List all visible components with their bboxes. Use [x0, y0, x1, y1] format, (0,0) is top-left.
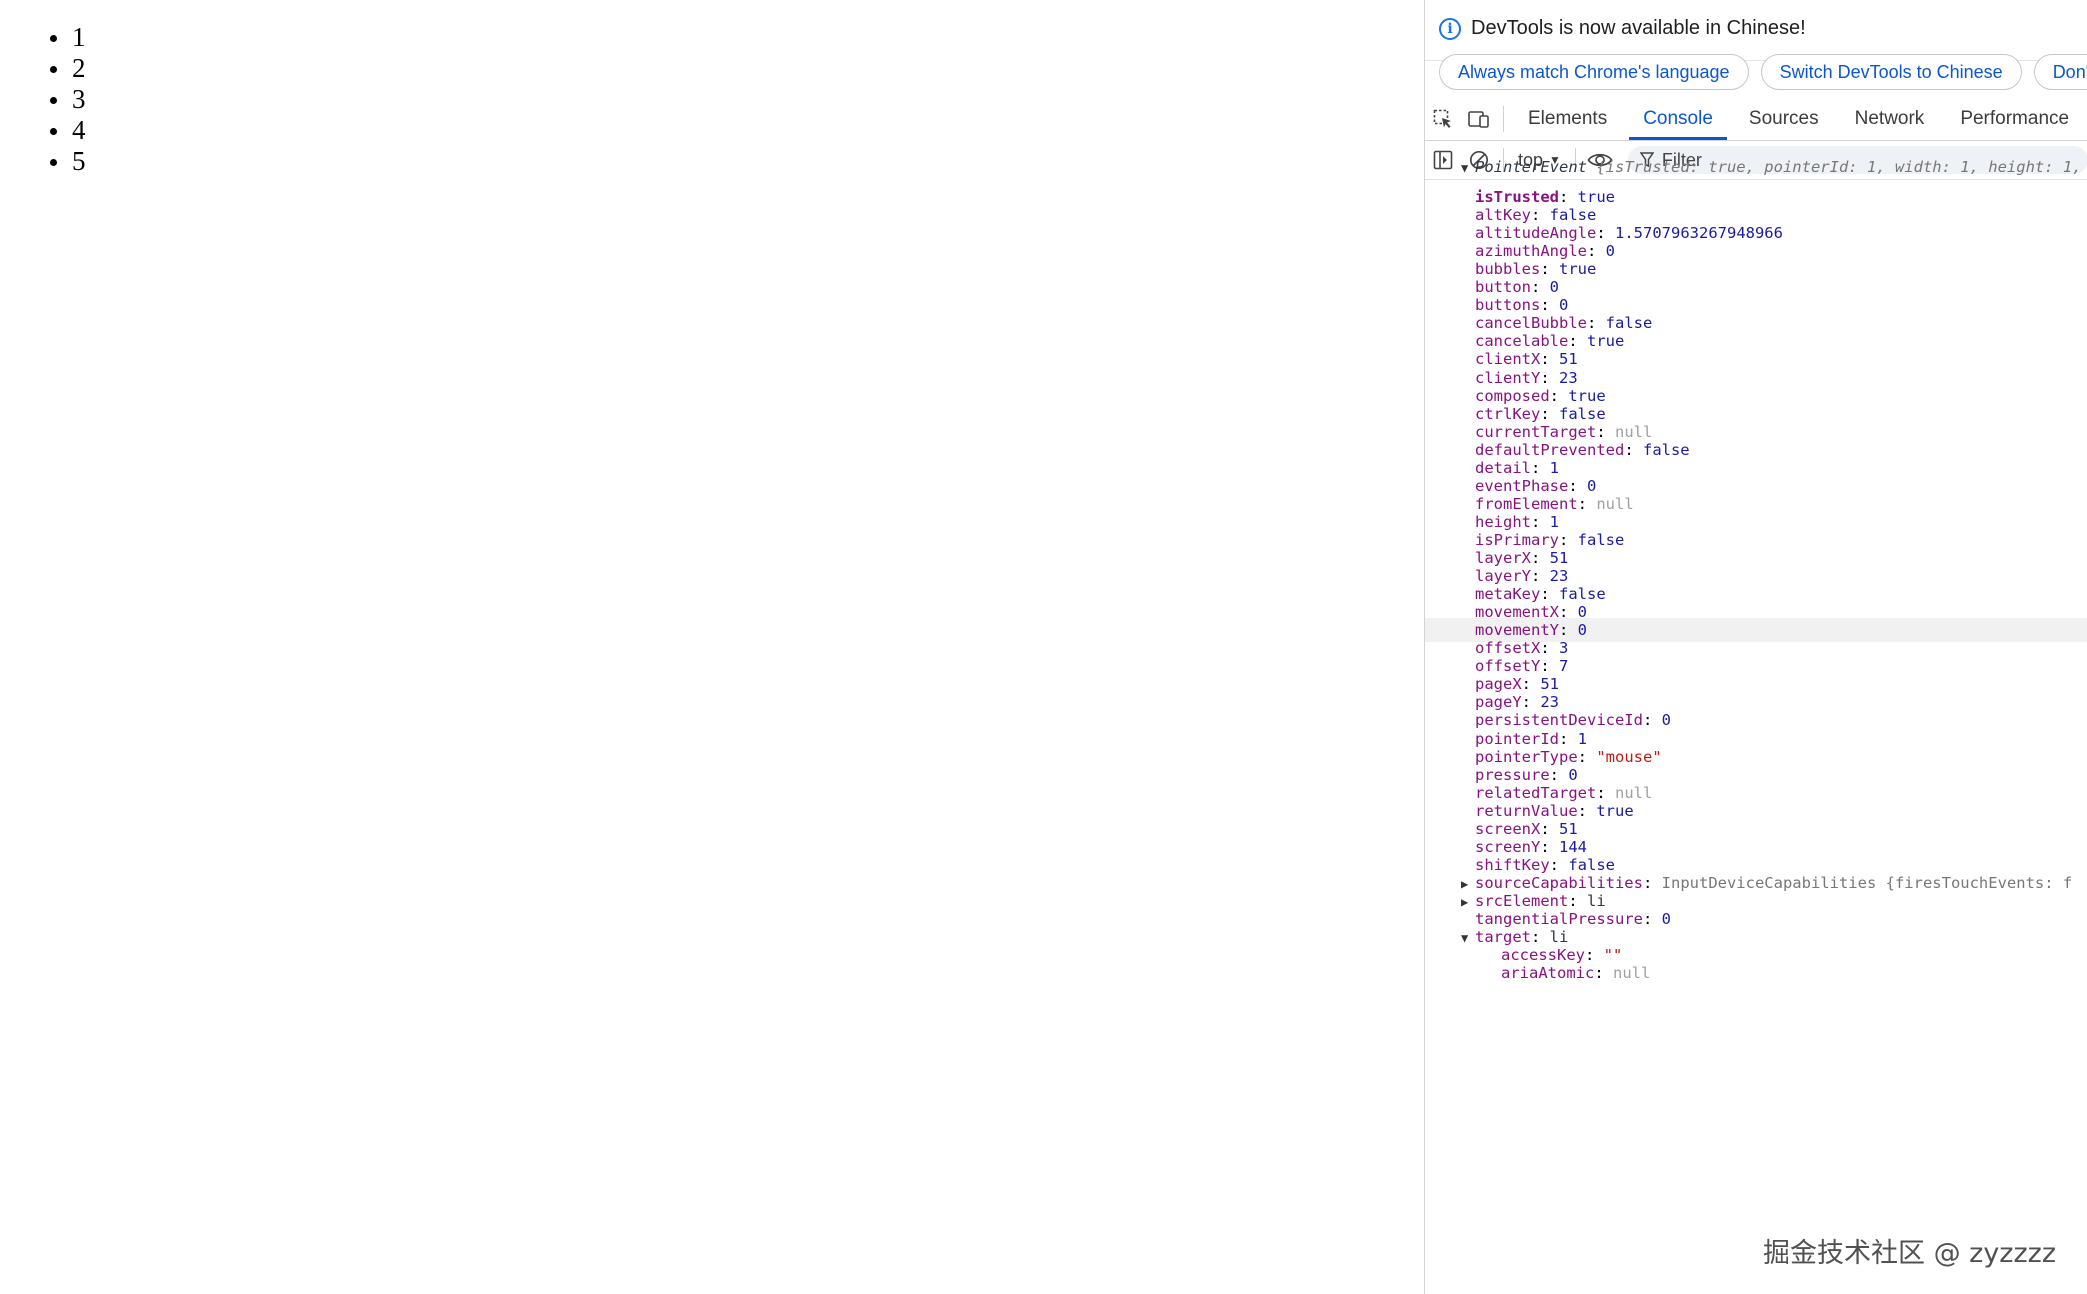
console-output: ▼ PointerEvent {isTrusted: true, pointerI… — [1425, 158, 2087, 1294]
tab-performance[interactable]: Performance — [1942, 98, 2087, 140]
property-key: ariaAtomic — [1501, 964, 1595, 983]
expanded-triangle-icon[interactable]: ▼ — [1461, 156, 1475, 180]
number-list: 12345 — [50, 22, 86, 177]
infobar-actions: Always match Chrome's language Switch De… — [1439, 54, 2087, 90]
list-item[interactable]: 3 — [50, 84, 86, 115]
inspect-element-icon[interactable] — [1425, 98, 1461, 140]
tab-console[interactable]: Console — [1625, 98, 1731, 140]
list-item[interactable]: 4 — [50, 115, 86, 146]
tab-sources[interactable]: Sources — [1731, 98, 1837, 140]
watermark: 掘金技术社区 @ zyzzzz — [1762, 1238, 2056, 1269]
property-value: null — [1613, 964, 1651, 983]
webpage-viewport: 12345 — [0, 0, 1424, 1294]
info-message: DevTools is now available in Chinese! — [1471, 17, 1806, 39]
console-property-row[interactable]: ariaAtomic: null — [1425, 961, 2087, 985]
devtools-tabbar: Elements Console Sources Network Perform… — [1425, 98, 2087, 141]
list-item[interactable]: 5 — [50, 146, 86, 177]
switch-to-chinese-button[interactable]: Switch DevTools to Chinese — [1760, 54, 2022, 90]
info-icon: i — [1439, 17, 1461, 40]
language-infobar: i DevTools is now available in Chinese! — [1425, 0, 2087, 61]
devtools-panel: i DevTools is now available in Chinese! … — [1424, 0, 2087, 1294]
device-toolbar-icon[interactable] — [1461, 98, 1497, 140]
list-item[interactable]: 2 — [50, 53, 86, 84]
dont-show-again-button[interactable]: Don't — [2033, 54, 2087, 90]
console-object-header[interactable]: ▼ PointerEvent {isTrusted: true, pointerI… — [1425, 155, 2087, 179]
tab-network[interactable]: Network — [1837, 98, 1943, 140]
match-language-button[interactable]: Always match Chrome's language — [1439, 54, 1749, 90]
tab-elements[interactable]: Elements — [1510, 98, 1625, 140]
object-preview: {isTrusted: true, pointerId: 1, width: 1… — [1596, 158, 2087, 176]
list-item[interactable]: 1 — [50, 22, 86, 53]
object-type-name: PointerEvent — [1475, 158, 1587, 176]
